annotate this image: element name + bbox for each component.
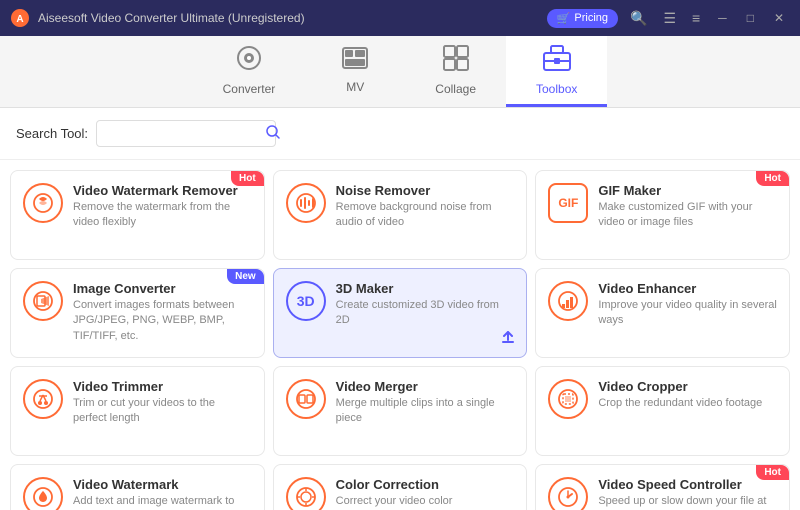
video-watermark-icon	[23, 477, 63, 510]
search-input-wrap[interactable]	[96, 120, 276, 147]
tool-desc-image-converter: Convert images formats between JPG/JPEG,…	[73, 298, 252, 344]
badge-hot: Hot	[756, 171, 789, 186]
gif-icon: GIF	[548, 183, 588, 223]
main-content: Hot Video Watermark Remover Remove the w…	[0, 160, 800, 510]
title-bar-icons: 🔍 ☰ ≡ ─ □ ✕	[626, 8, 790, 29]
pricing-button[interactable]: 🛒 Pricing	[547, 9, 618, 28]
tool-desc-video-watermark-remover: Remove the watermark from the video flex…	[73, 200, 252, 231]
tool-card-video-trimmer[interactable]: Video Trimmer Trim or cut your videos to…	[10, 366, 265, 456]
close-button[interactable]: ✕	[768, 9, 790, 27]
tool-card-video-merger[interactable]: Video Merger Merge multiple clips into a…	[273, 366, 528, 456]
tool-name-video-trimmer: Video Trimmer	[73, 379, 252, 394]
tab-mv[interactable]: MV	[305, 36, 405, 107]
3d-icon: 3D	[286, 281, 326, 321]
tool-name-color-correction: Color Correction	[336, 477, 515, 492]
tool-name-video-watermark-remover: Video Watermark Remover	[73, 183, 252, 198]
converter-label: Converter	[223, 82, 276, 96]
nav-tabs: Converter MV Collage	[0, 36, 800, 108]
tool-card-video-speed-controller[interactable]: Hot Video Speed Controller Speed up or s…	[535, 464, 790, 510]
converter-icon	[236, 45, 262, 78]
tab-toolbox[interactable]: Toolbox	[506, 36, 607, 107]
tool-name-video-speed-controller: Video Speed Controller	[598, 477, 777, 492]
minimize-button[interactable]: ─	[712, 9, 733, 27]
maximize-button[interactable]: □	[741, 9, 760, 27]
search-label: Search Tool:	[16, 126, 88, 141]
tool-card-video-cropper[interactable]: Video Cropper Crop the redundant video f…	[535, 366, 790, 456]
svg-text:A: A	[16, 14, 23, 25]
settings-icon[interactable]: ☰	[659, 8, 680, 29]
tool-name-3d-maker: 3D Maker	[336, 281, 515, 296]
collage-label: Collage	[435, 82, 476, 96]
color-correction-icon	[286, 477, 326, 510]
app-title: Aiseesoft Video Converter Ultimate (Unre…	[38, 11, 539, 25]
cart-icon: 🛒	[557, 12, 571, 25]
image-converter-icon	[23, 281, 63, 321]
tool-name-video-watermark: Video Watermark	[73, 477, 252, 492]
tool-name-gif-maker: GIF Maker	[598, 183, 777, 198]
mv-icon	[342, 47, 368, 76]
tool-card-video-enhancer[interactable]: Video Enhancer Improve your video qualit…	[535, 268, 790, 358]
tool-name-image-converter: Image Converter	[73, 281, 252, 296]
noise-remover-icon	[286, 183, 326, 223]
tool-desc-video-trimmer: Trim or cut your videos to the perfect l…	[73, 396, 252, 427]
toolbox-icon	[543, 45, 571, 78]
tool-name-video-merger: Video Merger	[336, 379, 515, 394]
search-bar: Search Tool:	[0, 108, 800, 160]
collage-icon	[443, 45, 469, 78]
video-speed-controller-icon	[548, 477, 588, 510]
tool-desc-video-watermark: Add text and image watermark to the vide…	[73, 494, 252, 510]
app-logo: A	[10, 8, 30, 28]
tool-card-video-watermark-remover[interactable]: Hot Video Watermark Remover Remove the w…	[10, 170, 265, 260]
tool-desc-video-cropper: Crop the redundant video footage	[598, 396, 777, 411]
tab-collage[interactable]: Collage	[405, 36, 506, 107]
tool-card-image-converter[interactable]: New Image Converter Convert images forma…	[10, 268, 265, 358]
badge-hot: Hot	[231, 171, 264, 186]
badge-new: New	[227, 269, 264, 284]
tool-name-video-cropper: Video Cropper	[598, 379, 777, 394]
tool-desc-3d-maker: Create customized 3D video from 2D	[336, 298, 515, 329]
tool-card-video-watermark[interactable]: Video Watermark Add text and image water…	[10, 464, 265, 510]
tool-desc-video-speed-controller: Speed up or slow down your file at ease	[598, 494, 777, 510]
video-merger-icon	[286, 379, 326, 419]
tool-name-video-enhancer: Video Enhancer	[598, 281, 777, 296]
tab-converter[interactable]: Converter	[193, 36, 306, 107]
tool-desc-gif-maker: Make customized GIF with your video or i…	[598, 200, 777, 231]
tool-card-color-correction[interactable]: Color Correction Correct your video colo…	[273, 464, 528, 510]
badge-hot: Hot	[756, 465, 789, 480]
tool-card-3d-maker[interactable]: 3D 3D Maker Create customized 3D video f…	[273, 268, 528, 358]
tool-card-noise-remover[interactable]: Noise Remover Remove background noise fr…	[273, 170, 528, 260]
search-input[interactable]	[105, 127, 260, 141]
video-watermark-remover-icon	[23, 183, 63, 223]
tool-name-noise-remover: Noise Remover	[336, 183, 515, 198]
mv-label: MV	[346, 80, 364, 94]
toolbox-label: Toolbox	[536, 82, 577, 96]
video-enhancer-icon	[548, 281, 588, 321]
video-trimmer-icon	[23, 379, 63, 419]
menu-icon[interactable]: ≡	[688, 8, 704, 28]
title-bar: A Aiseesoft Video Converter Ultimate (Un…	[0, 0, 800, 36]
search-icon	[266, 125, 280, 142]
upload-icon	[500, 328, 516, 349]
tool-desc-noise-remover: Remove background noise from audio of vi…	[336, 200, 515, 231]
tool-desc-color-correction: Correct your video color	[336, 494, 515, 509]
tool-desc-video-merger: Merge multiple clips into a single piece	[336, 396, 515, 427]
video-cropper-icon	[548, 379, 588, 419]
tools-grid: Hot Video Watermark Remover Remove the w…	[0, 160, 800, 510]
tool-desc-video-enhancer: Improve your video quality in several wa…	[598, 298, 777, 329]
search-icon[interactable]: 🔍	[626, 8, 651, 29]
tool-card-gif-maker[interactable]: Hot GIF GIF Maker Make customized GIF wi…	[535, 170, 790, 260]
